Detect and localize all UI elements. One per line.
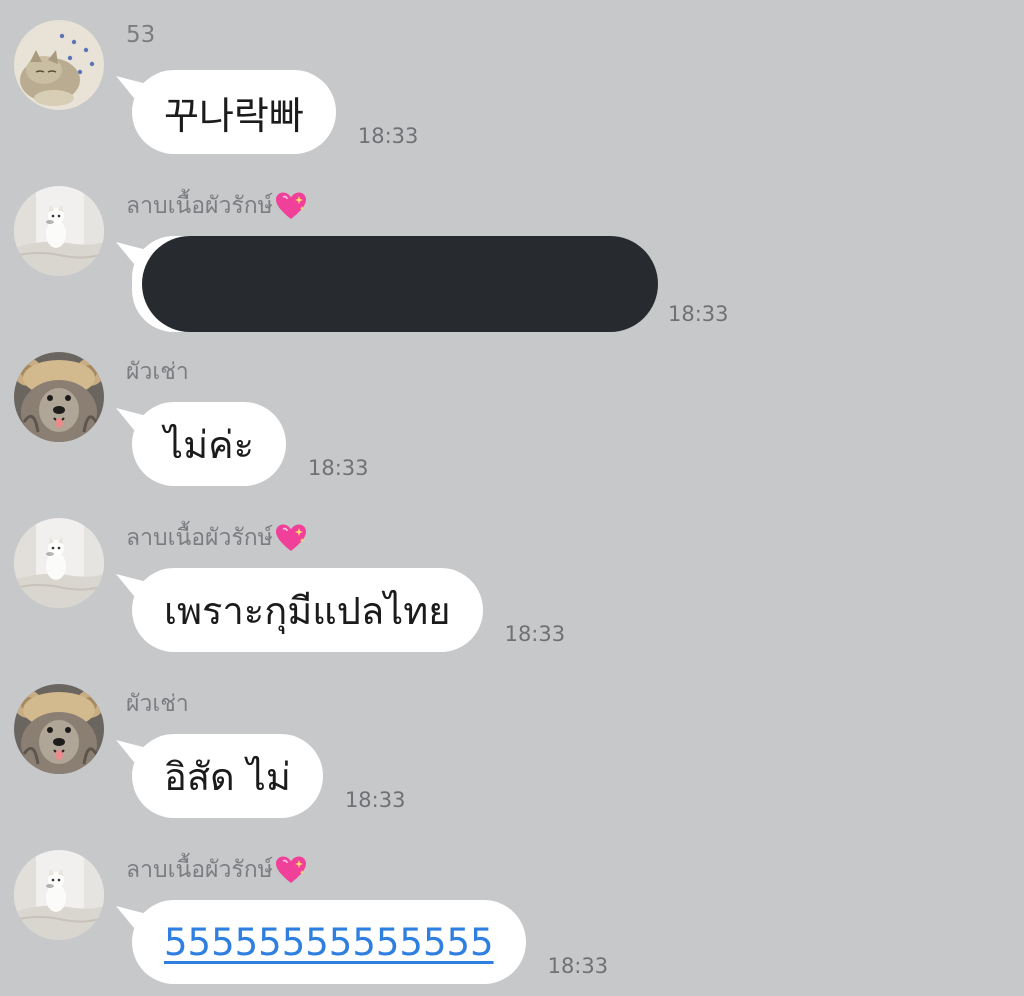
message-bubble[interactable]: อิสัด ไม่: [132, 734, 323, 818]
message-row: ลาบเนื้อผัวรักษ์ เพราะกุมีแปลไทย 18:33: [0, 498, 1024, 664]
bubble-row: เพราะกุมีแปลไทย 18:33: [118, 568, 565, 652]
message-bubble[interactable]: ไม่ค่ะ: [132, 402, 286, 486]
message-time: 18:33: [504, 622, 566, 646]
message-time: 18:33: [668, 302, 729, 326]
bubble-row: 꾸나락빠 18:33: [118, 70, 418, 154]
bubble-row: 55555555555555 18:33: [118, 900, 608, 984]
white-cat-icon[interactable]: [14, 518, 104, 608]
redacted-message-bubble[interactable]: [132, 236, 658, 332]
sender-name: ผัวเช่า: [126, 691, 189, 717]
message-bubble[interactable]: เพราะกุมีแปลไทย: [132, 568, 483, 652]
redaction-block: [142, 236, 658, 332]
chat-message-list: 53 꾸나락빠 18:33 ลาบเนื้อผัวรักษ์ 18:33 ผัว…: [0, 0, 1024, 996]
message-time: 18:33: [547, 954, 609, 978]
sparkling-heart-icon: [275, 191, 307, 221]
sparkling-heart-icon: [275, 523, 307, 553]
sender-name: ลาบเนื้อผัวรักษ์: [126, 520, 307, 556]
message-time: 18:33: [357, 124, 419, 148]
sender-name: ลาบเนื้อผัวรักษ์: [126, 852, 307, 888]
message-row: ผัวเช่า ไม่ค่ะ 18:33: [0, 332, 1024, 498]
message-row: ลาบเนื้อผัวรักษ์ 18:33: [0, 166, 1024, 332]
sender-name: ผัวเช่า: [126, 359, 189, 385]
white-cat-icon[interactable]: [14, 186, 104, 276]
message-bubble[interactable]: 꾸나락빠: [132, 70, 336, 154]
bubble-row: 18:33: [118, 236, 729, 332]
sparkling-heart-icon: [275, 855, 307, 885]
link-message-bubble[interactable]: 55555555555555: [132, 900, 526, 984]
sender-name: 53: [126, 22, 156, 48]
bubble-row: อิสัด ไม่ 18:33: [118, 734, 405, 818]
message-row: ลาบเนื้อผัวรักษ์ 55555555555555 18:33: [0, 830, 1024, 996]
cat-lying-icon[interactable]: [14, 20, 104, 110]
message-time: 18:33: [344, 788, 406, 812]
sender-name: ลาบเนื้อผัวรักษ์: [126, 188, 307, 224]
bubble-row: ไม่ค่ะ 18:33: [118, 402, 369, 486]
dog-bear-hat-icon[interactable]: [14, 352, 104, 442]
white-cat-icon[interactable]: [14, 850, 104, 940]
message-row: 53 꾸나락빠 18:33: [0, 0, 1024, 166]
dog-bear-hat-icon[interactable]: [14, 684, 104, 774]
message-row: ผัวเช่า อิสัด ไม่ 18:33: [0, 664, 1024, 830]
message-time: 18:33: [308, 456, 369, 480]
